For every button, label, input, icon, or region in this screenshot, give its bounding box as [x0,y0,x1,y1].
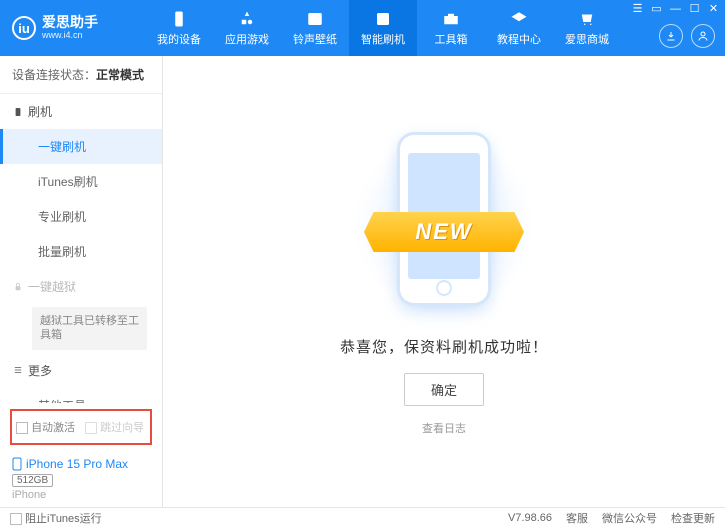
group-label: 更多 [28,362,52,379]
device-storage: 512GB [12,474,53,487]
minimize-icon[interactable]: — [670,3,681,14]
download-button[interactable] [659,24,683,48]
checkbox-label: 跳过向导 [100,422,144,434]
phone-icon [12,457,22,471]
device-type: iPhone [12,489,150,501]
group-jailbreak: 一键越狱 [0,269,162,304]
apps-icon [237,10,257,28]
nav-label: 教程中心 [497,31,541,47]
group-more[interactable]: 更多 [0,353,162,388]
jailbreak-note[interactable]: 越狱工具已转移至工具箱 [32,307,147,350]
checkbox-block-itunes[interactable]: 阻止iTunes运行 [10,510,102,526]
options-box: 自动激活 跳过向导 [10,409,152,445]
list-icon [14,366,22,374]
cart-icon [577,10,597,28]
group-flash[interactable]: 刷机 [0,94,162,129]
nav-tutorial[interactable]: 教程中心 [485,0,553,56]
main-panel: NEW 恭喜您，保资料刷机成功啦！ 确定 查看日志 [163,56,725,507]
checkbox-skip-guide[interactable]: 跳过向导 [85,419,144,435]
nav-shop[interactable]: 爱思商城 [553,0,621,56]
group-label: 一键越狱 [28,278,76,295]
phone-icon [169,10,189,28]
app-header: iu 爱思助手 www.i4.cn 我的设备 应用游戏 铃声壁纸 智能刷机 工具… [0,0,725,56]
nav-my-device[interactable]: 我的设备 [145,0,213,56]
nav-apps[interactable]: 应用游戏 [213,0,281,56]
footer: 阻止iTunes运行 V7.98.66 客服 微信公众号 检查更新 [0,507,725,527]
nav-label: 我的设备 [157,31,201,47]
success-illustration: NEW [354,127,534,322]
sub-pro-flash[interactable]: 专业刷机 [0,199,162,234]
ok-button[interactable]: 确定 [404,373,484,406]
top-nav: 我的设备 应用游戏 铃声壁纸 智能刷机 工具箱 教程中心 爱思商城 [145,0,621,56]
footer-link-update[interactable]: 检查更新 [671,510,715,526]
success-message: 恭喜您，保资料刷机成功啦！ [340,336,548,357]
device-name[interactable]: iPhone 15 Pro Max [12,457,150,471]
skin-icon[interactable]: ▭ [651,3,662,14]
status-mode: 正常模式 [96,68,144,82]
nav-label: 铃声壁纸 [293,31,337,47]
sub-batch-flash[interactable]: 批量刷机 [0,234,162,269]
ribbon-new: NEW [364,212,524,252]
lock-icon [14,283,22,291]
footer-link-support[interactable]: 客服 [566,510,588,526]
nav-label: 工具箱 [435,31,468,47]
close-icon[interactable]: ✕ [708,3,719,14]
graduation-icon [509,10,529,28]
nav-label: 爱思商城 [565,31,609,47]
maximize-icon[interactable]: ☐ [689,3,700,14]
sidebar: 设备连接状态：正常模式 刷机 一键刷机 iTunes刷机 专业刷机 批量刷机 一… [0,56,163,507]
toolbox-icon [441,10,461,28]
menu-icon[interactable]: ☰ [632,3,643,14]
nav-flash[interactable]: 智能刷机 [349,0,417,56]
brand-url: www.i4.cn [42,31,98,41]
brand-name: 爱思助手 [42,15,98,30]
group-label: 刷机 [28,103,52,120]
checkbox-auto-activate[interactable]: 自动激活 [16,419,75,435]
device-info: iPhone 15 Pro Max 512GB iPhone [0,451,162,507]
checkbox-label: 阻止iTunes运行 [25,513,102,525]
logo-area: iu 爱思助手 www.i4.cn [0,15,145,40]
device-status: 设备连接状态：正常模式 [0,56,162,94]
sub-other-tools[interactable]: 其他工具 [0,388,162,403]
version-label: V7.98.66 [508,512,552,524]
nav-ringtone[interactable]: 铃声壁纸 [281,0,349,56]
view-log-link[interactable]: 查看日志 [422,420,466,436]
refresh-icon [373,10,393,28]
logo-icon: iu [12,16,36,40]
nav-label: 智能刷机 [361,31,405,47]
checkbox-label: 自动激活 [31,422,75,434]
footer-link-wechat[interactable]: 微信公众号 [602,510,657,526]
nav-label: 应用游戏 [225,31,269,47]
window-controls: ☰ ▭ — ☐ ✕ [632,3,719,14]
user-button[interactable] [691,24,715,48]
sub-one-click-flash[interactable]: 一键刷机 [0,129,162,164]
sub-itunes-flash[interactable]: iTunes刷机 [0,164,162,199]
phone-small-icon [14,108,22,116]
nav-toolbox[interactable]: 工具箱 [417,0,485,56]
image-icon [305,10,325,28]
status-label: 设备连接状态： [12,68,96,82]
